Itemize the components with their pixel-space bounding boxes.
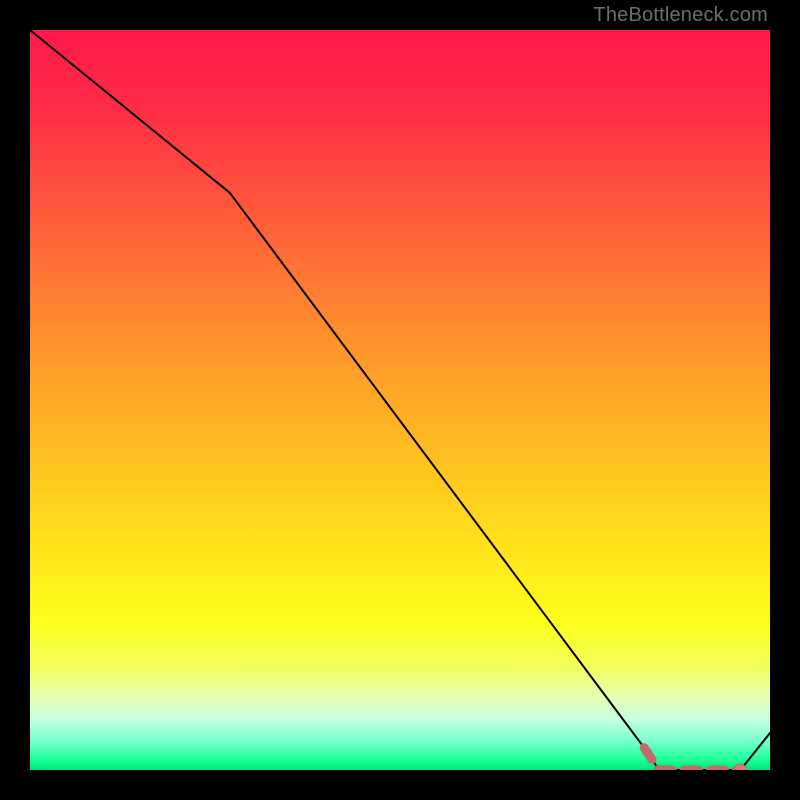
- plot-lines: [30, 30, 770, 770]
- chart-stage: TheBottleneck.com: [0, 0, 800, 800]
- highlight-segment-line: [644, 748, 740, 770]
- plot-area: [30, 30, 770, 770]
- bottleneck-curve-line: [30, 30, 770, 770]
- watermark-text: TheBottleneck.com: [593, 4, 768, 27]
